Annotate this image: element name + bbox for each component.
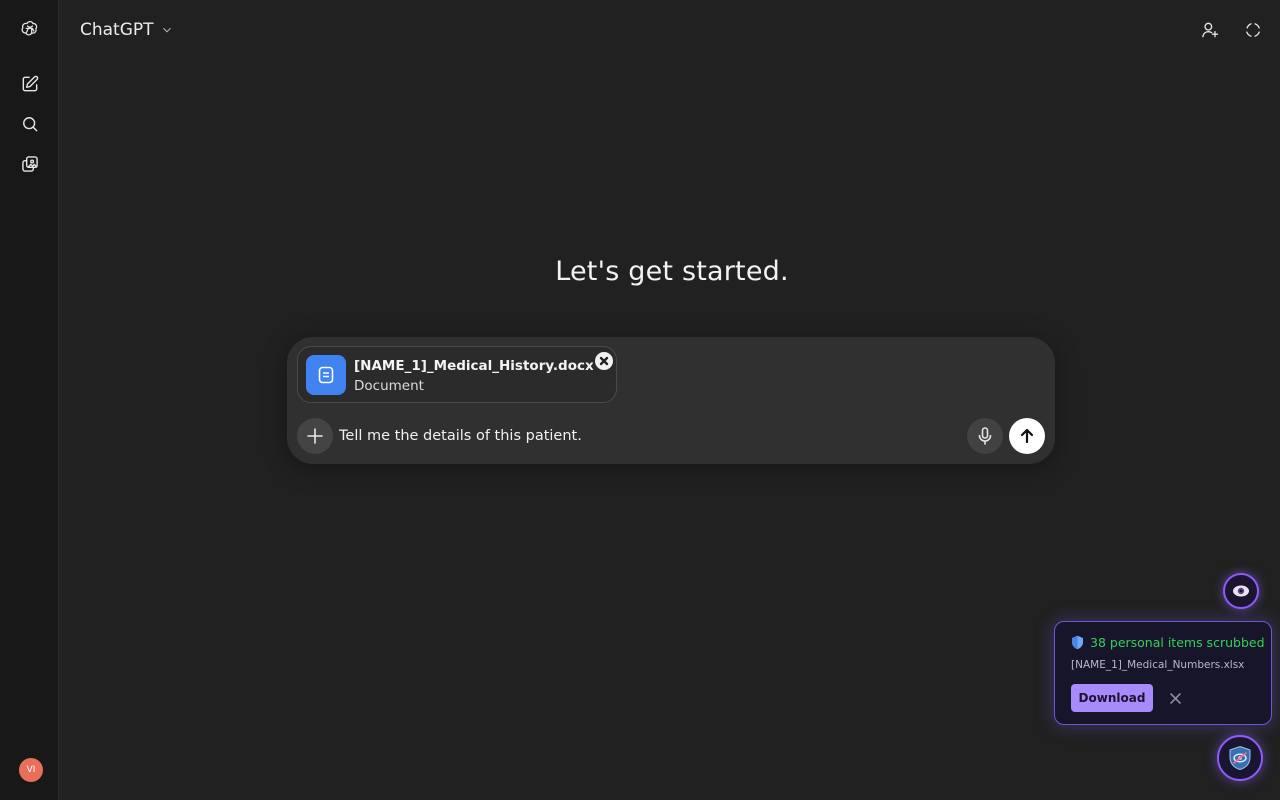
new-chat-button[interactable] <box>14 68 46 100</box>
notice-title-text: 38 personal items scrubbed <box>1090 635 1265 650</box>
attachment-file-name: [NAME_1]_Medical_History.docx <box>354 358 594 374</box>
plus-icon <box>307 428 323 444</box>
download-button[interactable]: Download <box>1071 684 1153 712</box>
privacy-preview-button[interactable] <box>1223 573 1259 609</box>
prompt-input[interactable] <box>339 423 939 449</box>
send-arrow-icon <box>1020 428 1034 444</box>
close-icon <box>1169 692 1181 704</box>
avatar[interactable]: VI <box>19 758 43 782</box>
chevron-down-icon <box>162 27 171 33</box>
scrub-notification: 38 personal items scrubbed [NAME_1]_Medi… <box>1054 621 1272 725</box>
model-selector[interactable]: ChatGPT <box>72 14 182 46</box>
privacy-shield-icon <box>1229 745 1251 771</box>
library-button[interactable] <box>14 148 46 180</box>
document-icon <box>306 355 346 395</box>
privacy-extension-button[interactable] <box>1217 735 1263 781</box>
shield-icon <box>1072 635 1083 650</box>
temporary-chat-button[interactable] <box>1237 14 1269 46</box>
send-button[interactable] <box>1009 418 1045 454</box>
remove-attachment-button[interactable] <box>595 352 613 370</box>
eye-icon <box>1233 585 1249 597</box>
model-name: ChatGPT <box>80 20 154 40</box>
dismiss-notice-button[interactable] <box>1167 690 1183 706</box>
search-button[interactable] <box>14 108 46 140</box>
voice-input-button[interactable] <box>967 418 1003 454</box>
avatar-initials: VI <box>26 765 36 775</box>
add-person-icon <box>1202 22 1219 38</box>
notice-title: 38 personal items scrubbed <box>1071 635 1265 650</box>
share-button[interactable] <box>1194 14 1226 46</box>
temporary-chat-icon <box>1246 23 1260 37</box>
add-attachment-button[interactable] <box>297 418 333 454</box>
openai-logo-icon[interactable] <box>14 13 46 45</box>
search-icon <box>23 117 38 132</box>
notice-file-name: [NAME_1]_Medical_Numbers.xlsx <box>1071 659 1245 671</box>
library-icon <box>22 156 38 172</box>
microphone-icon <box>978 427 992 445</box>
attachment-card[interactable]: [NAME_1]_Medical_History.docx Document <box>297 346 617 403</box>
page-title: Let's get started. <box>555 256 789 287</box>
attachment-file-type: Document <box>354 378 424 394</box>
composer: [NAME_1]_Medical_History.docx Document <box>287 337 1055 464</box>
close-icon <box>599 356 609 366</box>
sidebar: VI <box>0 0 59 800</box>
new-chat-icon <box>22 75 39 92</box>
